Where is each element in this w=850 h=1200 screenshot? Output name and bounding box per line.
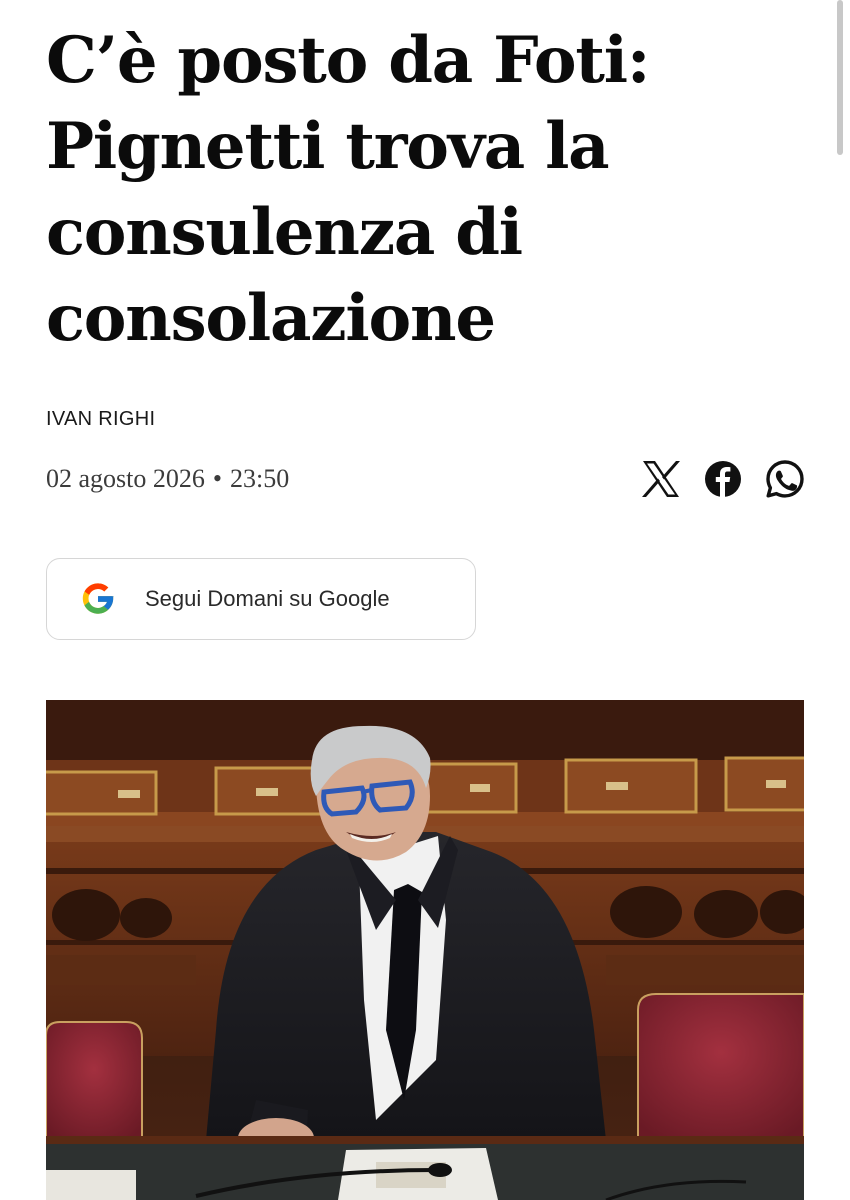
share-facebook-button[interactable]	[702, 458, 744, 500]
article-page: C’è posto da Foti: Pignetti trova la con…	[0, 0, 850, 1200]
scrollbar[interactable]	[837, 0, 843, 155]
publish-time: 23:50	[230, 464, 290, 493]
follow-google-button[interactable]: Segui Domani su Google	[46, 558, 476, 640]
x-icon	[642, 461, 680, 497]
share-x-button[interactable]	[640, 458, 682, 500]
share-bar	[640, 458, 806, 500]
date-separator: •	[212, 464, 222, 493]
facebook-icon	[705, 461, 741, 497]
publish-date: 02 agosto 2026	[46, 464, 205, 493]
article-headline: C’è posto da Foti: Pignetti trova la con…	[46, 23, 650, 356]
whatsapp-icon	[766, 460, 804, 498]
share-whatsapp-button[interactable]	[764, 458, 806, 500]
author-name[interactable]: IVAN RIGHI	[46, 408, 155, 431]
google-icon	[82, 583, 114, 614]
article-photo[interactable]	[46, 700, 804, 1200]
article-dateline: 02 agosto 2026 • 23:50	[46, 464, 289, 494]
photo-illustration	[46, 700, 804, 1200]
follow-google-label: Segui Domani su Google	[145, 586, 390, 611]
